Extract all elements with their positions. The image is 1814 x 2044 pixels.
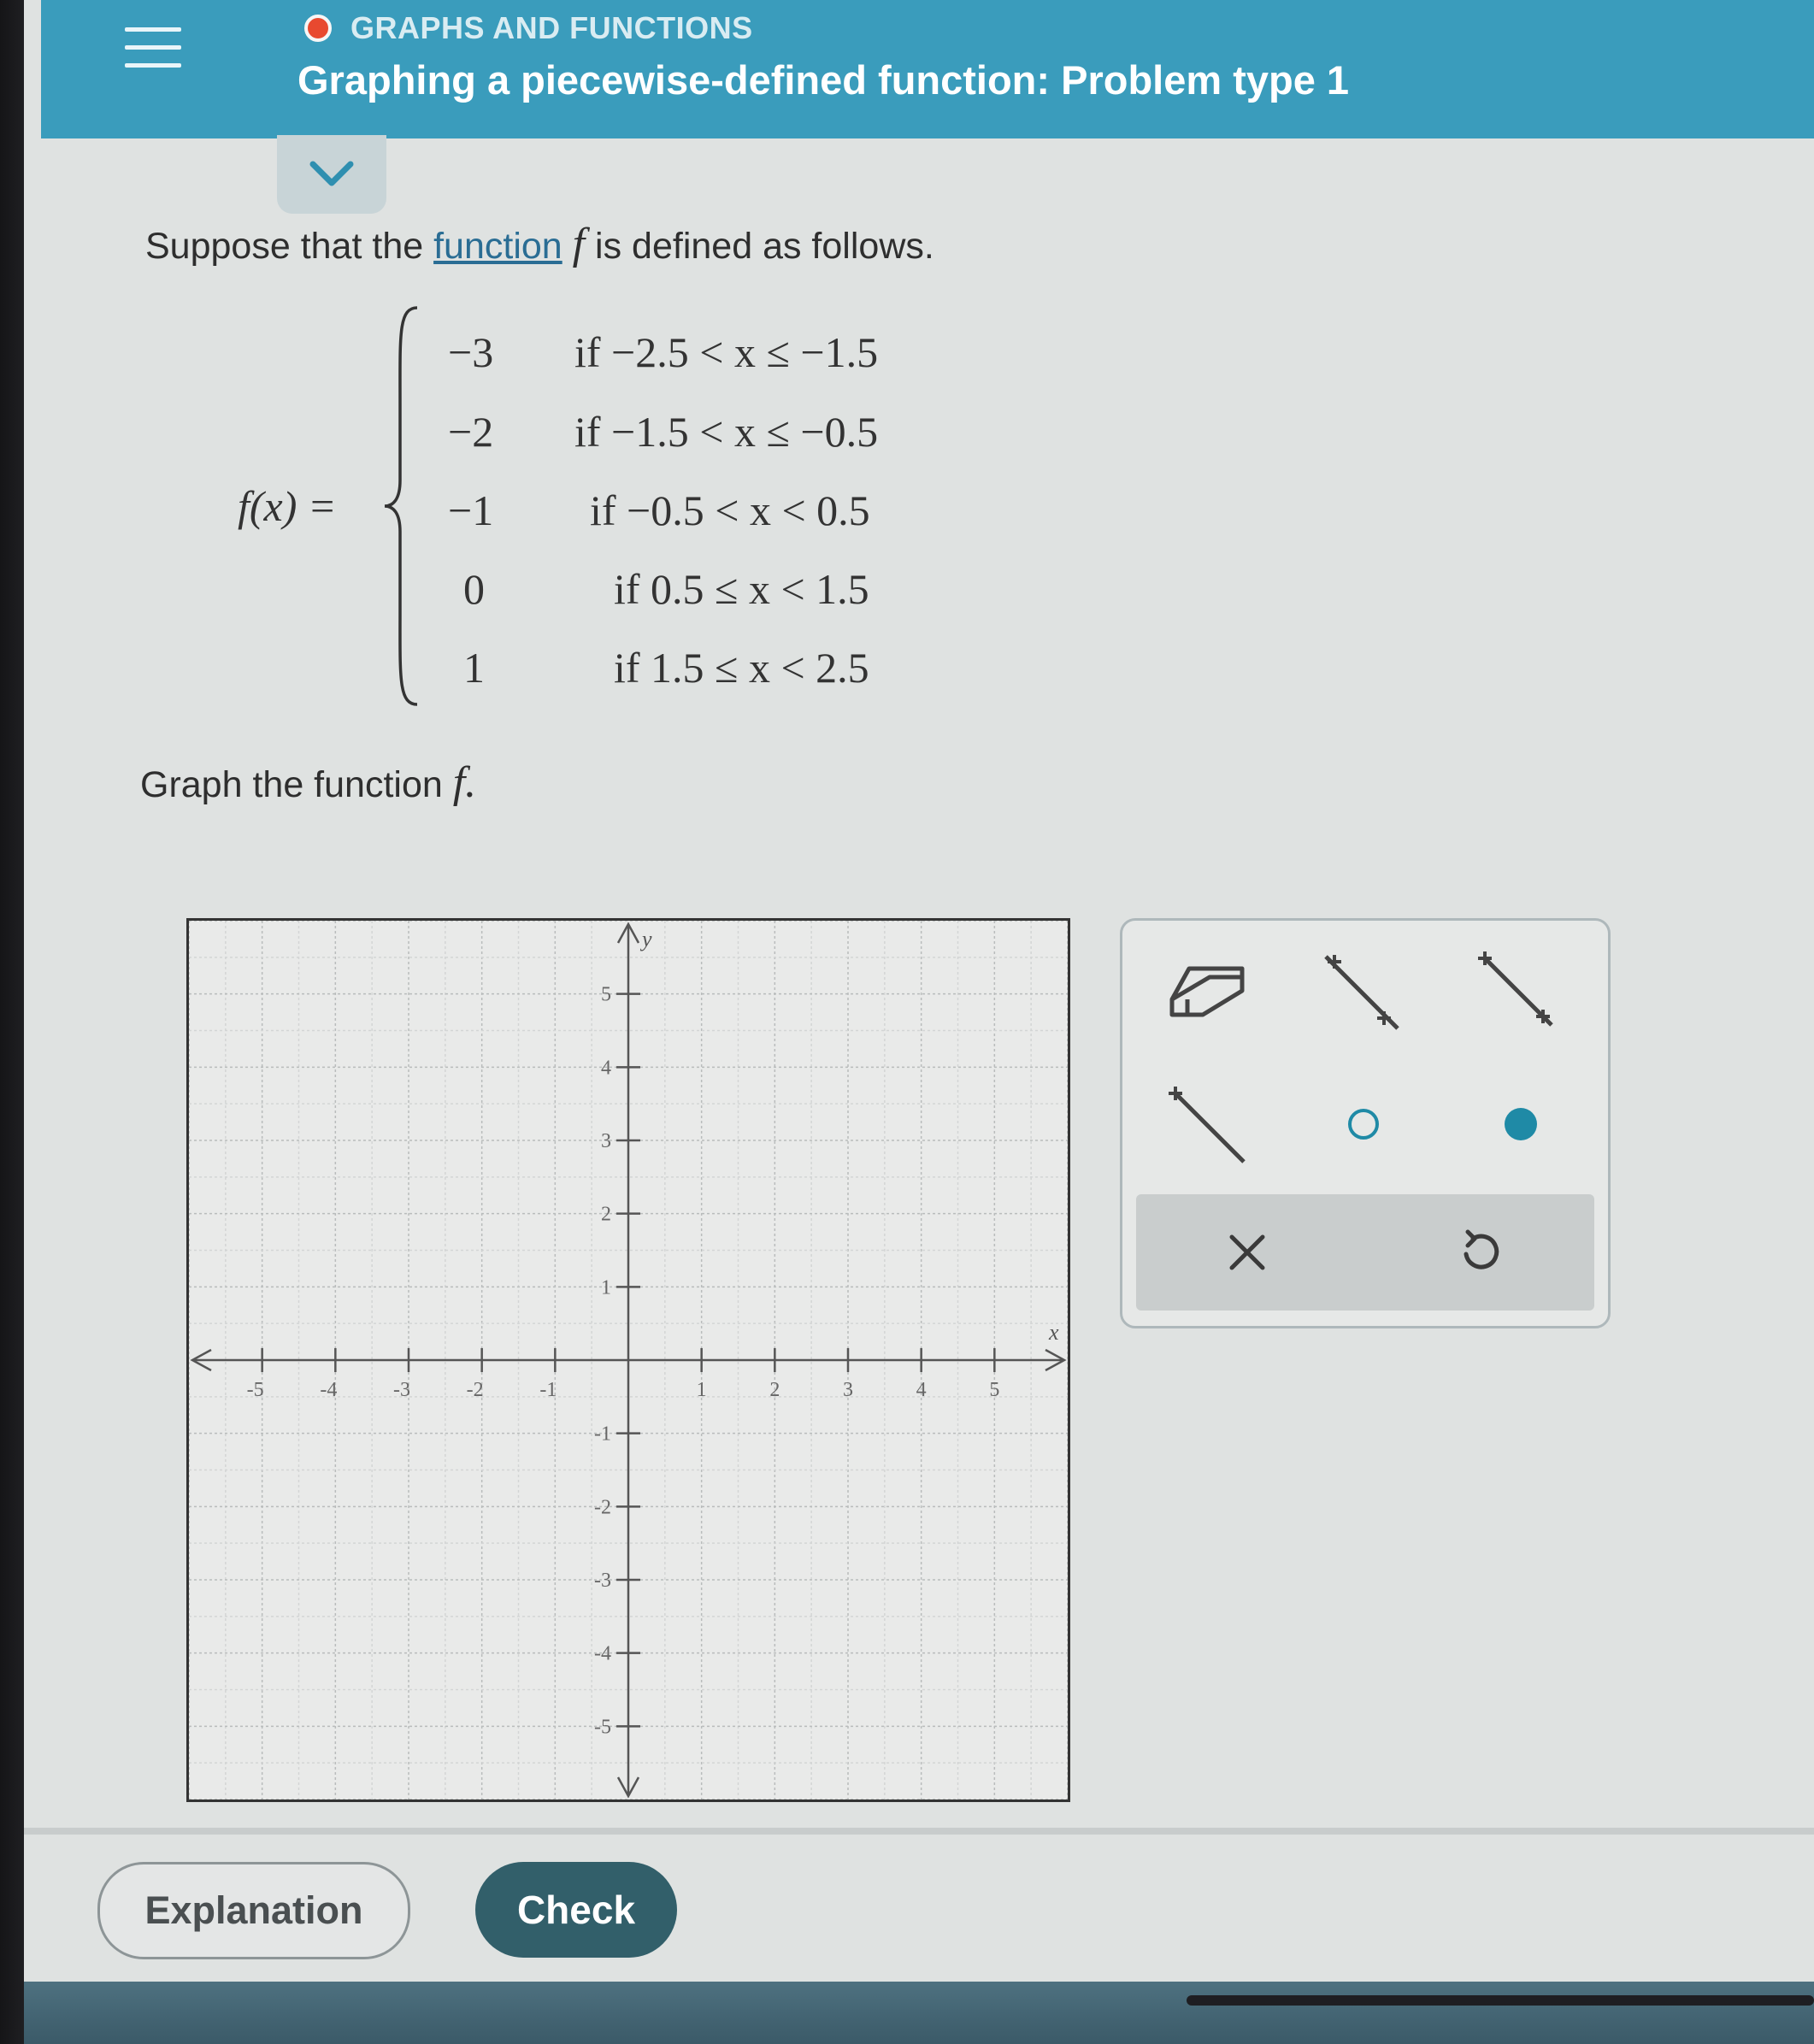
y-tick-label: -1 (594, 1423, 611, 1446)
y-tick-label: -3 (594, 1570, 611, 1592)
formula-lhs: f(x) = (238, 482, 337, 530)
line-tool-icon[interactable] (1319, 950, 1405, 1035)
function-variable: f (572, 220, 586, 268)
piece-condition-3: if −0.5 < x < 0.5 (590, 486, 870, 534)
topic-label: GRAPHS AND FUNCTIONS (350, 10, 753, 45)
ray-tool-icon[interactable] (1476, 950, 1562, 1035)
graph-prompt: Graph the function f. (140, 757, 476, 808)
open-point-icon[interactable] (1345, 1105, 1382, 1143)
question-intro: Suppose that the function f is defined a… (145, 219, 934, 269)
explanation-button[interactable]: Explanation (97, 1862, 410, 1959)
piece-condition-5: if 1.5 ≤ x < 2.5 (614, 644, 869, 692)
footer-divider (24, 1828, 1814, 1835)
x-tick-label: 2 (769, 1379, 780, 1401)
check-button[interactable]: Check (475, 1862, 677, 1958)
piece-value-3: −1 (448, 486, 494, 534)
x-tick-label: -5 (247, 1379, 264, 1401)
closed-point-icon[interactable] (1502, 1105, 1540, 1143)
x-tick-label: 5 (989, 1379, 999, 1401)
clear-x-icon[interactable] (1227, 1232, 1268, 1273)
y-tick-label: -2 (594, 1496, 611, 1518)
intro-text-before: Suppose that the (145, 226, 434, 267)
x-tick-label: -3 (393, 1379, 410, 1401)
y-tick-label: 1 (601, 1276, 611, 1299)
screen: GRAPHS AND FUNCTIONS Graphing a piecewis… (24, 0, 1814, 2044)
bottom-strip (24, 1982, 1814, 2044)
prompt-variable: f. (452, 758, 477, 807)
piece-value-1: −3 (448, 328, 494, 376)
page-title: Graphing a piecewise-defined function: P… (297, 57, 1350, 103)
piece-value-2: −2 (448, 408, 494, 456)
piece-value-5: 1 (463, 644, 485, 692)
y-tick-label: 5 (601, 984, 611, 1006)
y-tick-label: 3 (601, 1130, 611, 1152)
eraser-icon[interactable] (1165, 960, 1247, 1028)
piece-value-4: 0 (463, 565, 485, 613)
y-tick-label: 4 (601, 1057, 611, 1079)
graphing-area[interactable]: x y -5 -4 -3 -2 -1 1 2 3 4 5 5 4 3 2 1 -1 -2 -3 -4 -5 (186, 918, 1070, 1802)
intro-text-after: is defined as follows. (585, 226, 934, 267)
x-tick-label: 1 (697, 1379, 707, 1401)
x-axis-label: x (1048, 1320, 1059, 1345)
header-bar: GRAPHS AND FUNCTIONS Graphing a piecewis… (41, 0, 1814, 138)
y-tick-label: -4 (594, 1643, 611, 1665)
collapse-toggle[interactable] (277, 135, 386, 214)
left-brace (384, 306, 418, 706)
coordinate-grid: x y -5 -4 -3 -2 -1 1 2 3 4 5 5 4 3 2 1 -1 -2 -3 -4 -5 (189, 921, 1068, 1800)
undo-icon[interactable] (1456, 1228, 1504, 1276)
y-tick-label: 2 (601, 1204, 611, 1226)
action-bar (1136, 1194, 1594, 1311)
tool-panel (1120, 918, 1611, 1328)
segment-tool-icon[interactable] (1165, 1083, 1251, 1169)
y-axis-label: y (639, 927, 652, 951)
x-tick-label: -4 (320, 1379, 337, 1401)
x-tick-label: -1 (539, 1379, 557, 1401)
x-tick-label: 4 (916, 1379, 927, 1401)
piece-condition-1: if −2.5 < x ≤ −1.5 (574, 328, 879, 376)
x-tick-label: 3 (843, 1379, 853, 1401)
prompt-text: Graph the function (140, 764, 453, 805)
y-tick-label: -5 (594, 1716, 611, 1738)
hamburger-menu-icon[interactable] (125, 27, 181, 79)
home-indicator[interactable] (1187, 1995, 1814, 2006)
function-link[interactable]: function (433, 226, 562, 267)
chevron-down-icon (309, 161, 354, 186)
piece-condition-2: if −1.5 < x ≤ −0.5 (574, 408, 879, 456)
piece-condition-4: if 0.5 ≤ x < 1.5 (614, 565, 869, 613)
x-tick-label: -2 (467, 1379, 484, 1401)
topic-status-dot (304, 15, 332, 42)
